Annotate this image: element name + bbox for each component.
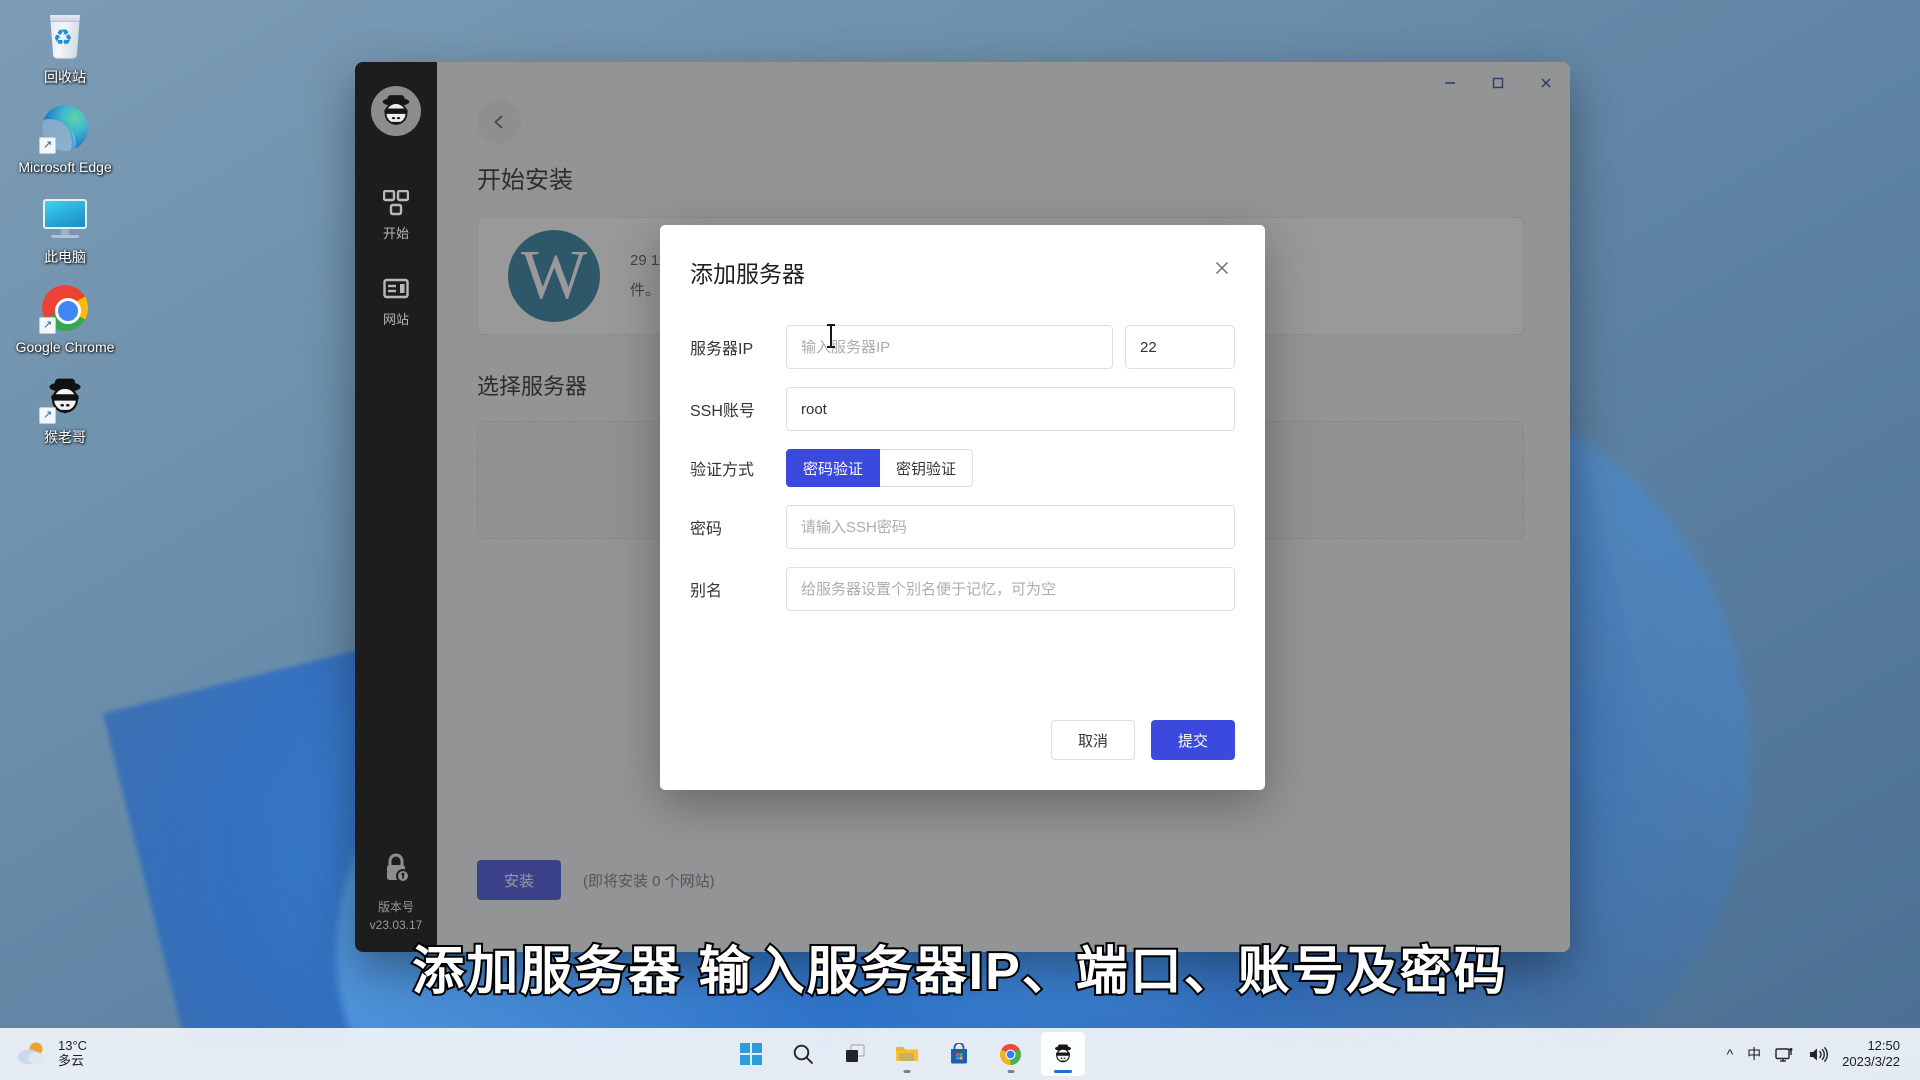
desktop-icon-label: 此电脑 (44, 249, 86, 265)
desktop-icon-monkey-app[interactable]: ↗ 猴老哥 (10, 372, 120, 446)
clock-date: 2023/3/22 (1842, 1054, 1900, 1069)
dialog-close-icon[interactable] (1209, 255, 1235, 281)
folder-icon (895, 1047, 918, 1061)
sidebar-item-label: 开始 (382, 226, 409, 241)
chrome-button[interactable] (989, 1032, 1033, 1076)
version-label: 版本号 (377, 900, 414, 914)
alias-input[interactable] (786, 567, 1235, 611)
window-titlebar (355, 62, 1570, 104)
form-row-password: 密码 (690, 505, 1235, 549)
sidebar-item-start[interactable]: 开始 (355, 178, 437, 252)
label-auth-method: 验证方式 (690, 462, 755, 479)
clock-time: 12:50 (1867, 1037, 1900, 1053)
form-row-auth-method: 验证方式 密码验证 密钥验证 (690, 449, 1235, 487)
partly-cloudy-icon (18, 1042, 44, 1065)
this-pc-icon (39, 192, 91, 244)
add-server-dialog: 添加服务器 服务器IP SSH账号 验证方式 密码验证 密钥验证 密码 (660, 225, 1265, 790)
taskbar-tray: ^ 中 12:50 2023/3/22 (1727, 1038, 1910, 1071)
monkey-icon (1054, 1044, 1071, 1063)
chrome-icon: ↗ (39, 282, 91, 334)
taskbar-app-list (729, 1032, 1085, 1076)
grid-icon (383, 190, 409, 216)
monkey-app-icon: ↗ (39, 372, 91, 424)
label-alias: 别名 (690, 583, 723, 600)
tray-expand-chevron[interactable]: ^ (1727, 1046, 1734, 1062)
recycle-bin-icon: ♻ (39, 12, 91, 64)
app-sidebar: 开始 网站 版本号 v23.03.17 (355, 62, 437, 952)
auth-option-password[interactable]: 密码验证 (786, 449, 881, 487)
shortcut-arrow-icon: ↗ (39, 407, 56, 424)
dialog-title: 添加服务器 (690, 261, 805, 287)
desktop-icon-edge[interactable]: ↗ Microsoft Edge (10, 102, 120, 176)
weather-temperature: 13°C (58, 1038, 88, 1054)
search-button[interactable] (781, 1032, 825, 1076)
weather-description: 多云 (58, 1053, 85, 1068)
windows-icon (739, 1043, 762, 1065)
auth-option-key[interactable]: 密钥验证 (880, 449, 974, 487)
sidebar-item-label: 网站 (382, 312, 409, 327)
desktop-icon-this-pc[interactable]: 此电脑 (10, 192, 120, 266)
microsoft-store-button[interactable] (937, 1032, 981, 1076)
store-icon (950, 1043, 967, 1064)
desktop-icon-label: 猴老哥 (44, 429, 86, 445)
monkey-app-button[interactable] (1040, 1032, 1085, 1076)
desktop-icon-label: 回收站 (44, 69, 86, 85)
form-row-ssh-user: SSH账号 (690, 387, 1235, 431)
cancel-button[interactable]: 取消 (1050, 720, 1135, 760)
desktop-icon-label: Google Chrome (15, 339, 115, 355)
taskbar: 13°C 多云 ^ 中 12:50 2023/3/22 (0, 1028, 1920, 1080)
taskbar-weather-widget[interactable]: 13°C 多云 (10, 1038, 88, 1069)
sidebar-item-website[interactable]: 网站 (355, 264, 437, 338)
website-icon (383, 278, 409, 299)
password-input[interactable] (786, 505, 1235, 549)
minimize-button[interactable] (1426, 62, 1474, 104)
task-view-icon (845, 1044, 865, 1062)
desktop-icon-chrome[interactable]: ↗ Google Chrome (10, 282, 120, 356)
auth-method-toggle: 密码验证 密钥验证 (786, 449, 974, 487)
search-icon (793, 1044, 813, 1064)
sidebar-version-block: 版本号 v23.03.17 (355, 852, 437, 932)
shortcut-arrow-icon: ↗ (39, 317, 56, 334)
desktop-icon-recycle-bin[interactable]: ♻ 回收站 (10, 12, 120, 86)
ime-indicator[interactable]: 中 (1747, 1044, 1761, 1064)
taskbar-clock[interactable]: 12:50 2023/3/22 (1842, 1038, 1900, 1071)
chrome-icon (1000, 1043, 1022, 1065)
task-view-button[interactable] (833, 1032, 877, 1076)
ssh-user-input[interactable] (786, 387, 1235, 431)
shortcut-arrow-icon: ↗ (39, 137, 56, 154)
label-ssh-user: SSH账号 (690, 403, 755, 420)
server-port-input[interactable] (1125, 325, 1235, 369)
lock-icon (387, 853, 410, 883)
label-password: 密码 (690, 521, 723, 538)
edge-icon: ↗ (39, 102, 91, 154)
maximize-button[interactable] (1474, 62, 1522, 104)
desktop-icon-label: Microsoft Edge (18, 159, 112, 175)
form-row-alias: 别名 (690, 567, 1235, 611)
label-server-ip: 服务器IP (690, 341, 754, 358)
form-row-server-ip: 服务器IP (690, 325, 1235, 369)
submit-button[interactable]: 提交 (1150, 720, 1235, 760)
version-value: v23.03.17 (369, 918, 423, 932)
start-button[interactable] (729, 1032, 773, 1076)
text-cursor (827, 324, 835, 348)
file-explorer-button[interactable] (885, 1032, 929, 1076)
server-ip-input[interactable] (786, 325, 1113, 369)
volume-icon[interactable] (1808, 1046, 1829, 1063)
network-icon[interactable] (1775, 1046, 1794, 1063)
desktop-icon-list: ♻ 回收站 ↗ Microsoft Edge 此电脑 ↗ Google Chro… (0, 0, 130, 462)
close-button[interactable] (1522, 62, 1570, 104)
